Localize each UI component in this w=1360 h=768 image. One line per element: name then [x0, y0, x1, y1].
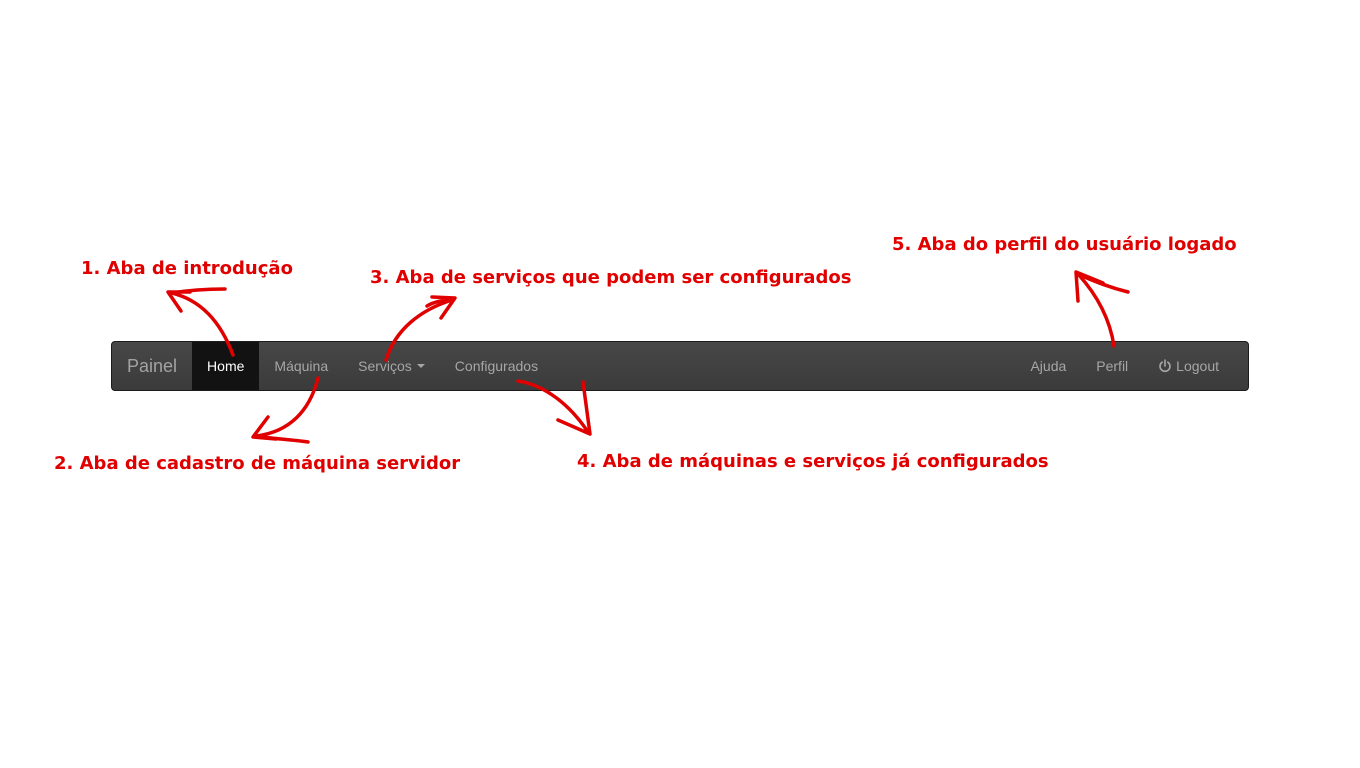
arrow-2-head: [251, 415, 278, 441]
annotation-1: 1. Aba de introdução: [81, 258, 293, 279]
nav-ajuda-label: Ajuda: [1030, 358, 1067, 374]
tab-configurados[interactable]: Configurados: [440, 342, 553, 390]
annotation-5: 5. Aba do perfil do usuário logado: [892, 234, 1237, 255]
tab-home[interactable]: Home: [192, 342, 260, 390]
arrow-3-head: [430, 295, 457, 320]
nav-ajuda[interactable]: Ajuda: [1015, 342, 1081, 390]
stage: 1. Aba de introdução 2. Aba de cadastro …: [0, 0, 1360, 768]
tab-servicos-dropdown[interactable]: Serviços: [343, 342, 440, 390]
nav-perfil[interactable]: Perfil: [1081, 342, 1143, 390]
arrow-5-head: [1074, 270, 1105, 303]
annotation-3: 3. Aba de serviços que podem ser configu…: [370, 267, 852, 288]
logout-button[interactable]: Logout: [1143, 342, 1234, 390]
annotation-4: 4. Aba de máquinas e serviços já configu…: [577, 451, 1049, 472]
tab-maquina[interactable]: Máquina: [259, 342, 343, 390]
annotation-2: 2. Aba de cadastro de máquina servidor: [54, 453, 461, 474]
tab-servicos-label: Serviços: [358, 358, 412, 374]
nav-right: Ajuda Perfil Logout: [1015, 342, 1234, 390]
tab-home-label: Home: [207, 358, 245, 374]
nav-left: Home Máquina Serviços Configurados: [192, 342, 553, 390]
tab-maquina-label: Máquina: [274, 358, 329, 374]
tab-configurados-label: Configurados: [454, 358, 539, 374]
arrow-5: [1076, 272, 1116, 348]
caret-down-icon: [416, 364, 425, 368]
power-icon: [1158, 359, 1172, 373]
logout-label: Logout: [1176, 358, 1219, 374]
navbar-brand[interactable]: Painel: [112, 342, 192, 390]
arrow-1-head: [166, 290, 192, 313]
navbar: Painel Home Máquina Serviços Configurado…: [111, 341, 1249, 391]
nav-perfil-label: Perfil: [1096, 358, 1129, 374]
